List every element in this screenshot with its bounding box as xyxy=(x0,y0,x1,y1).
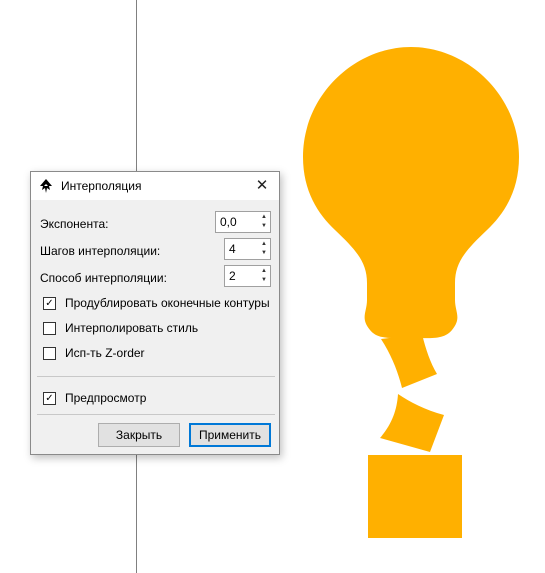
exponent-value[interactable]: 0,0 xyxy=(220,215,237,229)
use-z-order-checkbox[interactable] xyxy=(43,347,56,360)
exponent-down-arrow-icon[interactable]: ▼ xyxy=(259,222,269,231)
use-z-order-label[interactable]: Исп-ть Z-order xyxy=(65,346,145,360)
method-spinbox[interactable]: 2 ▲ ▼ xyxy=(224,265,271,287)
separator xyxy=(37,376,275,377)
inkscape-icon xyxy=(40,179,52,193)
preview-label[interactable]: Предпросмотр xyxy=(65,391,146,405)
dialog-title: Интерполяция xyxy=(61,179,142,193)
twisted-segment-1[interactable] xyxy=(381,334,437,388)
exponent-up-arrow-icon[interactable]: ▲ xyxy=(259,213,269,222)
method-label: Способ интерполяции: xyxy=(40,271,167,285)
close-button[interactable]: Закрыть xyxy=(98,423,180,447)
method-up-arrow-icon[interactable]: ▲ xyxy=(259,267,269,276)
preview-checkbox[interactable]: ✓ xyxy=(43,392,56,405)
duplicate-endpaths-label[interactable]: Продублировать оконечные контуры xyxy=(65,296,270,310)
exponent-label: Экспонента: xyxy=(40,217,109,231)
steps-spinbox[interactable]: 4 ▲ ▼ xyxy=(224,238,271,260)
interpolation-dialog: Интерполяция ✕ Экспонента: 0,0 ▲ ▼ Шагов… xyxy=(30,171,280,455)
duplicate-endpaths-checkbox[interactable]: ✓ xyxy=(43,297,56,310)
bulb-shape[interactable] xyxy=(303,47,519,339)
steps-value[interactable]: 4 xyxy=(229,242,236,256)
interpolate-style-label[interactable]: Интерполировать стиль xyxy=(65,321,198,335)
steps-down-arrow-icon[interactable]: ▼ xyxy=(259,249,269,258)
apply-button[interactable]: Применить xyxy=(189,423,271,447)
twisted-segment-2[interactable] xyxy=(380,394,444,452)
close-icon[interactable]: ✕ xyxy=(251,175,273,197)
dialog-titlebar: Интерполяция ✕ xyxy=(31,172,279,200)
square-shape[interactable] xyxy=(368,455,462,538)
exponent-spinbox[interactable]: 0,0 ▲ ▼ xyxy=(215,211,271,233)
interpolate-style-checkbox[interactable] xyxy=(43,322,56,335)
method-value[interactable]: 2 xyxy=(229,269,236,283)
method-down-arrow-icon[interactable]: ▼ xyxy=(259,276,269,285)
separator xyxy=(37,414,275,415)
steps-up-arrow-icon[interactable]: ▲ xyxy=(259,240,269,249)
steps-label: Шагов интерполяции: xyxy=(40,244,161,258)
